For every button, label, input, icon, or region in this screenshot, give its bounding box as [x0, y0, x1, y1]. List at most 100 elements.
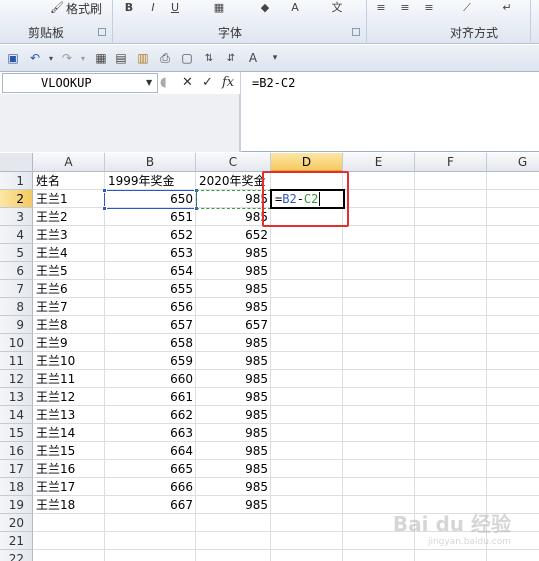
- font-color-icon[interactable]: A: [288, 2, 302, 14]
- cell-e5[interactable]: [343, 244, 415, 262]
- cell-b16[interactable]: 664: [105, 442, 196, 460]
- cell-c15[interactable]: 985: [196, 424, 271, 442]
- italic-icon[interactable]: I: [146, 2, 160, 14]
- cell-g18[interactable]: [487, 478, 539, 496]
- cell-d20[interactable]: [271, 514, 343, 532]
- cell-e14[interactable]: [343, 406, 415, 424]
- cell-a8[interactable]: 王兰7: [33, 298, 105, 316]
- cell-b19[interactable]: 667: [105, 496, 196, 514]
- cell-f12[interactable]: [415, 370, 487, 388]
- cell-f15[interactable]: [415, 424, 487, 442]
- cell-c7[interactable]: 985: [196, 280, 271, 298]
- cell-f9[interactable]: [415, 316, 487, 334]
- underline-icon[interactable]: U: [168, 2, 182, 14]
- cell-a21[interactable]: [33, 532, 105, 550]
- row-header-6[interactable]: 6: [0, 262, 33, 280]
- ref-handle[interactable]: [102, 206, 107, 211]
- cell-c3[interactable]: 985: [196, 208, 271, 226]
- cell-b1[interactable]: 1999年奖金: [105, 172, 196, 190]
- cell-a22[interactable]: [33, 550, 105, 561]
- cell-a14[interactable]: 王兰13: [33, 406, 105, 424]
- cell-a6[interactable]: 王兰5: [33, 262, 105, 280]
- cell-d15[interactable]: [271, 424, 343, 442]
- cell-e7[interactable]: [343, 280, 415, 298]
- cell-g22[interactable]: [487, 550, 539, 561]
- cell-f1[interactable]: [415, 172, 487, 190]
- cell-e3[interactable]: [343, 208, 415, 226]
- cell-d16[interactable]: [271, 442, 343, 460]
- cell-b10[interactable]: 658: [105, 334, 196, 352]
- cell-c1[interactable]: 2020年奖金: [196, 172, 271, 190]
- row-header-20[interactable]: 20: [0, 514, 33, 532]
- cell-d18[interactable]: [271, 478, 343, 496]
- enter-icon[interactable]: ✓: [202, 75, 213, 90]
- cell-c18[interactable]: 985: [196, 478, 271, 496]
- cell-e12[interactable]: [343, 370, 415, 388]
- column-header-b[interactable]: B: [105, 153, 196, 172]
- cell-g8[interactable]: [487, 298, 539, 316]
- cell-e9[interactable]: [343, 316, 415, 334]
- wrap-text-icon[interactable]: ↵: [500, 2, 514, 14]
- cell-b8[interactable]: 656: [105, 298, 196, 316]
- cell-d9[interactable]: [271, 316, 343, 334]
- cell-e8[interactable]: [343, 298, 415, 316]
- cell-a12[interactable]: 王兰11: [33, 370, 105, 388]
- cell-a3[interactable]: 王兰2: [33, 208, 105, 226]
- row-header-22[interactable]: 22: [0, 550, 33, 561]
- cell-a19[interactable]: 王兰18: [33, 496, 105, 514]
- fill-color-icon[interactable]: ◆: [258, 2, 272, 14]
- cell-a16[interactable]: 王兰15: [33, 442, 105, 460]
- cell-c10[interactable]: 985: [196, 334, 271, 352]
- cell-g7[interactable]: [487, 280, 539, 298]
- row-header-5[interactable]: 5: [0, 244, 33, 262]
- cell-c14[interactable]: 985: [196, 406, 271, 424]
- font-size-icon[interactable]: A: [244, 50, 262, 67]
- row-header-12[interactable]: 12: [0, 370, 33, 388]
- cell-f14[interactable]: [415, 406, 487, 424]
- cell-f13[interactable]: [415, 388, 487, 406]
- row-header-17[interactable]: 17: [0, 460, 33, 478]
- cell-a18[interactable]: 王兰17: [33, 478, 105, 496]
- insert-function-icon[interactable]: fx: [222, 75, 234, 90]
- cell-d14[interactable]: [271, 406, 343, 424]
- cell-c12[interactable]: 985: [196, 370, 271, 388]
- cell-a7[interactable]: 王兰6: [33, 280, 105, 298]
- row-header-3[interactable]: 3: [0, 208, 33, 226]
- align-top-icon[interactable]: ≡: [374, 2, 388, 14]
- cell-d13[interactable]: [271, 388, 343, 406]
- orientation-icon[interactable]: ⟋: [460, 2, 474, 14]
- cell-c22[interactable]: [196, 550, 271, 561]
- cell-g5[interactable]: [487, 244, 539, 262]
- row-header-13[interactable]: 13: [0, 388, 33, 406]
- row-header-18[interactable]: 18: [0, 478, 33, 496]
- cell-b3[interactable]: 651: [105, 208, 196, 226]
- cell-a15[interactable]: 王兰14: [33, 424, 105, 442]
- column-header-c[interactable]: C: [196, 153, 271, 172]
- cell-e18[interactable]: [343, 478, 415, 496]
- formula-input[interactable]: =B2-C2: [240, 72, 539, 152]
- cell-f17[interactable]: [415, 460, 487, 478]
- cell-e16[interactable]: [343, 442, 415, 460]
- row-header-1[interactable]: 1: [0, 172, 33, 190]
- cell-a17[interactable]: 王兰16: [33, 460, 105, 478]
- ref-handle[interactable]: [102, 188, 107, 193]
- cell-c21[interactable]: [196, 532, 271, 550]
- cell-b15[interactable]: 663: [105, 424, 196, 442]
- format-painter-icon[interactable]: 🖌: [50, 2, 64, 14]
- clipboard-dialog-launcher[interactable]: [98, 28, 106, 36]
- cell-c5[interactable]: 985: [196, 244, 271, 262]
- align-middle-icon[interactable]: ≡: [398, 2, 412, 14]
- cell-d22[interactable]: [271, 550, 343, 561]
- cell-g12[interactable]: [487, 370, 539, 388]
- cell-a1[interactable]: 姓名: [33, 172, 105, 190]
- borders-icon[interactable]: ▦: [92, 50, 110, 67]
- cell-d17[interactable]: [271, 460, 343, 478]
- cell-b14[interactable]: 662: [105, 406, 196, 424]
- cell-g14[interactable]: [487, 406, 539, 424]
- column-header-d[interactable]: D: [271, 153, 343, 172]
- cell-b17[interactable]: 665: [105, 460, 196, 478]
- cell-c13[interactable]: 985: [196, 388, 271, 406]
- cell-d6[interactable]: [271, 262, 343, 280]
- cell-g10[interactable]: [487, 334, 539, 352]
- cell-f6[interactable]: [415, 262, 487, 280]
